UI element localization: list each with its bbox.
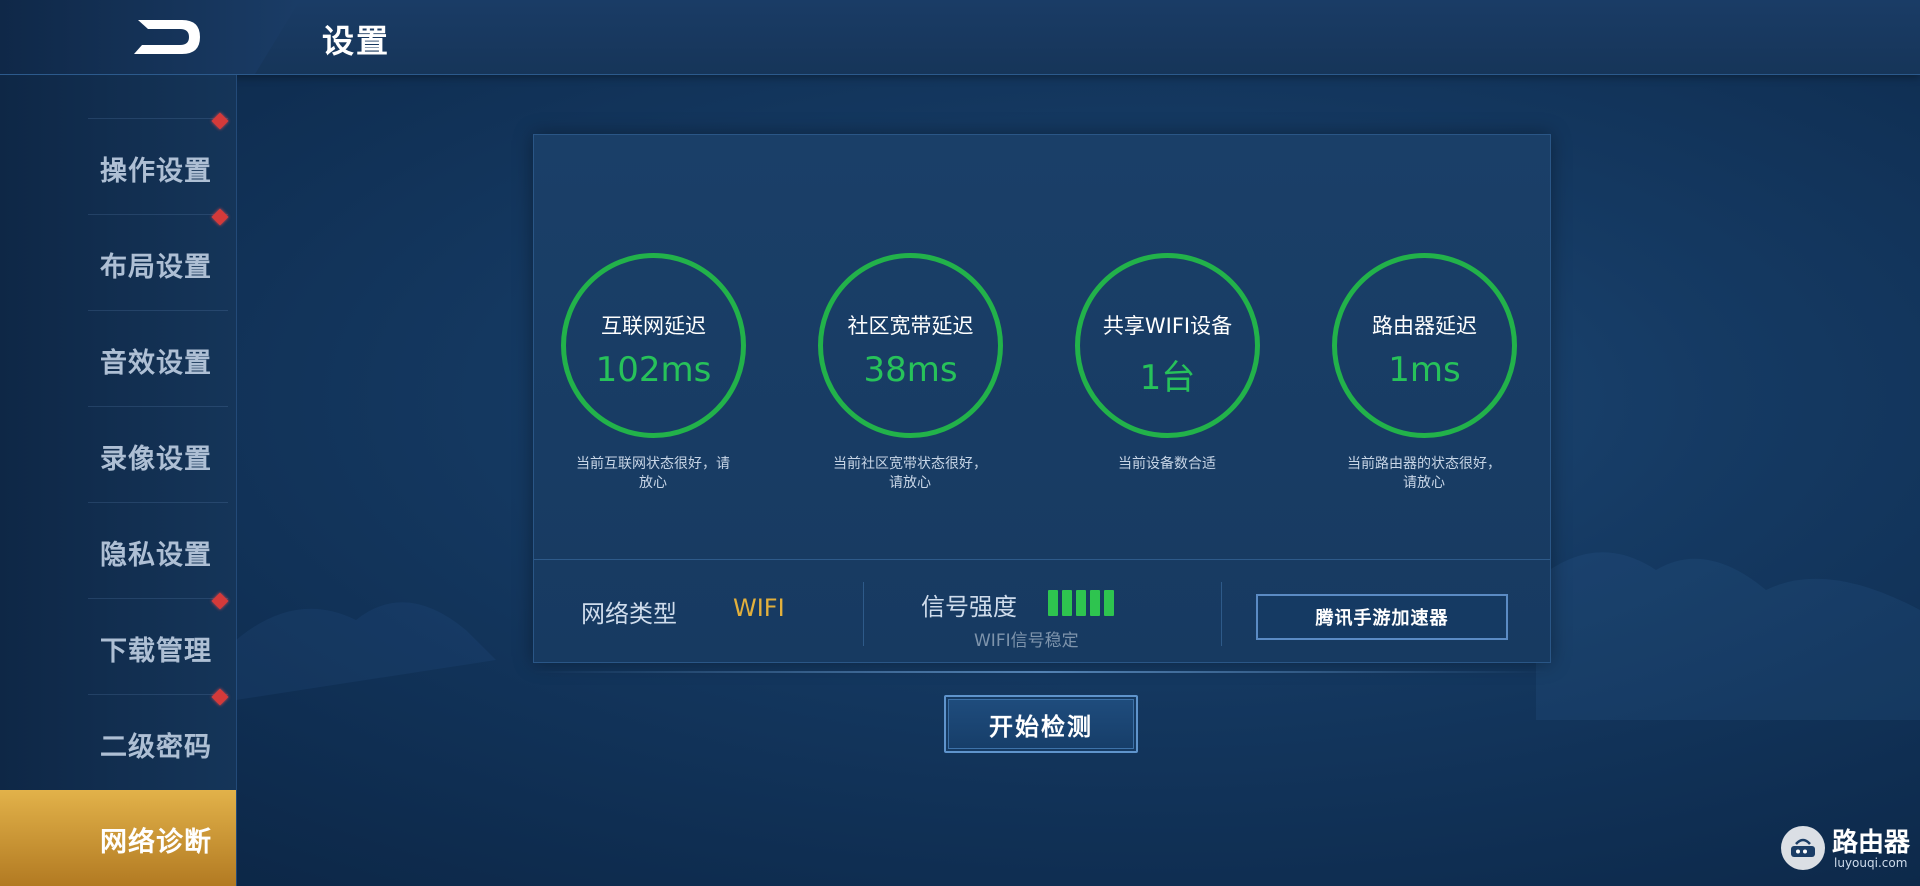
tencent-accelerator-button[interactable]: 腾讯手游加速器	[1256, 594, 1508, 640]
sidebar-item-recording[interactable]: 录像设置	[88, 406, 228, 503]
metric-status-note: 当前互联网状态很好，请 放心	[553, 455, 753, 493]
status-line: 当前路由器的状态很好，	[1347, 456, 1501, 472]
sidebar-item-operation[interactable]: 操作设置	[88, 112, 229, 215]
status-line: 请放心	[889, 475, 931, 491]
metric-value: 38ms	[863, 350, 958, 390]
sidebar-item-privacy[interactable]: 隐私设置	[88, 502, 228, 599]
sidebar-item-label: 二级密码	[100, 732, 212, 763]
metric-value: 1ms	[1388, 350, 1461, 390]
metric-value: 1台	[1139, 358, 1196, 398]
watermark-title: 路由器	[1832, 828, 1911, 858]
network-info-bar: 网络类型 WIFI 信号强度 WIFI信号稳定 腾讯手游加速器	[534, 560, 1550, 662]
status-line: 请放心	[1403, 475, 1445, 491]
metric-status-note: 当前路由器的状态很好， 请放心	[1324, 455, 1524, 493]
sidebar-item-label: 操作设置	[100, 156, 212, 187]
sidebar-item-label: 音效设置	[100, 348, 212, 379]
metric-label: 共享WIFI设备	[1102, 314, 1233, 338]
panel-glow	[533, 671, 1549, 673]
page-title: 设置	[322, 22, 391, 60]
sidebar-item-downloads[interactable]: 下载管理	[88, 592, 229, 695]
settings-sidebar: 操作设置 布局设置 音效设置 录像设置 隐私设置 下载管理 二级密码 网络诊断	[0, 75, 237, 886]
divider	[1221, 582, 1222, 646]
sidebar-item-sound[interactable]: 音效设置	[88, 310, 228, 407]
status-line: 当前设备数合适	[1118, 456, 1216, 472]
router-logo-icon	[1781, 826, 1825, 870]
sidebar-item-label: 隐私设置	[100, 540, 212, 571]
status-line: 当前社区宽带状态很好，	[833, 456, 987, 472]
back-arrow-icon	[134, 20, 200, 54]
top-header: 设置	[0, 0, 1920, 75]
signal-strength-label: 信号强度	[921, 593, 1017, 621]
metric-status-note: 当前设备数合适	[1067, 455, 1267, 474]
watermark-url: luyouqi.com	[1834, 856, 1908, 870]
metric-label: 路由器延迟	[1372, 314, 1477, 338]
back-button[interactable]	[120, 14, 210, 60]
sidebar-item-network-diagnosis[interactable]: 网络诊断	[0, 790, 236, 886]
sidebar-item-layout[interactable]: 布局设置	[88, 208, 229, 311]
status-line: 当前互联网状态很好，请	[576, 456, 730, 472]
metric-internet-latency: 互联网延迟 102ms	[561, 253, 746, 438]
notification-badge	[211, 112, 229, 130]
start-detection-button[interactable]: 开始检测	[944, 695, 1138, 753]
network-diagnosis-panel: 互联网延迟 102ms 当前互联网状态很好，请 放心 社区宽带延迟 38ms 当…	[533, 134, 1551, 663]
signal-status-text: WIFI信号稳定	[974, 631, 1079, 651]
sidebar-item-label: 录像设置	[100, 444, 212, 475]
network-type-label: 网络类型	[581, 600, 677, 628]
metric-label: 社区宽带延迟	[847, 314, 974, 338]
metric-label: 互联网延迟	[601, 314, 706, 338]
network-type-value: WIFI	[733, 594, 785, 622]
metric-router-latency: 路由器延迟 1ms	[1332, 253, 1517, 438]
sidebar-item-label: 布局设置	[100, 252, 212, 283]
divider	[863, 582, 864, 646]
sidebar-item-label: 下载管理	[100, 636, 212, 667]
metric-shared-wifi-devices: 共享WIFI设备 1台	[1075, 253, 1260, 438]
signal-strength-icon	[1048, 590, 1118, 616]
sidebar-item-secondary-password[interactable]: 二级密码	[88, 688, 229, 791]
status-line: 放心	[639, 475, 667, 491]
metric-community-latency: 社区宽带延迟 38ms	[818, 253, 1003, 438]
metric-status-note: 当前社区宽带状态很好， 请放心	[810, 455, 1010, 493]
metric-value: 102ms	[595, 350, 712, 390]
sidebar-item-label: 网络诊断	[100, 827, 212, 858]
